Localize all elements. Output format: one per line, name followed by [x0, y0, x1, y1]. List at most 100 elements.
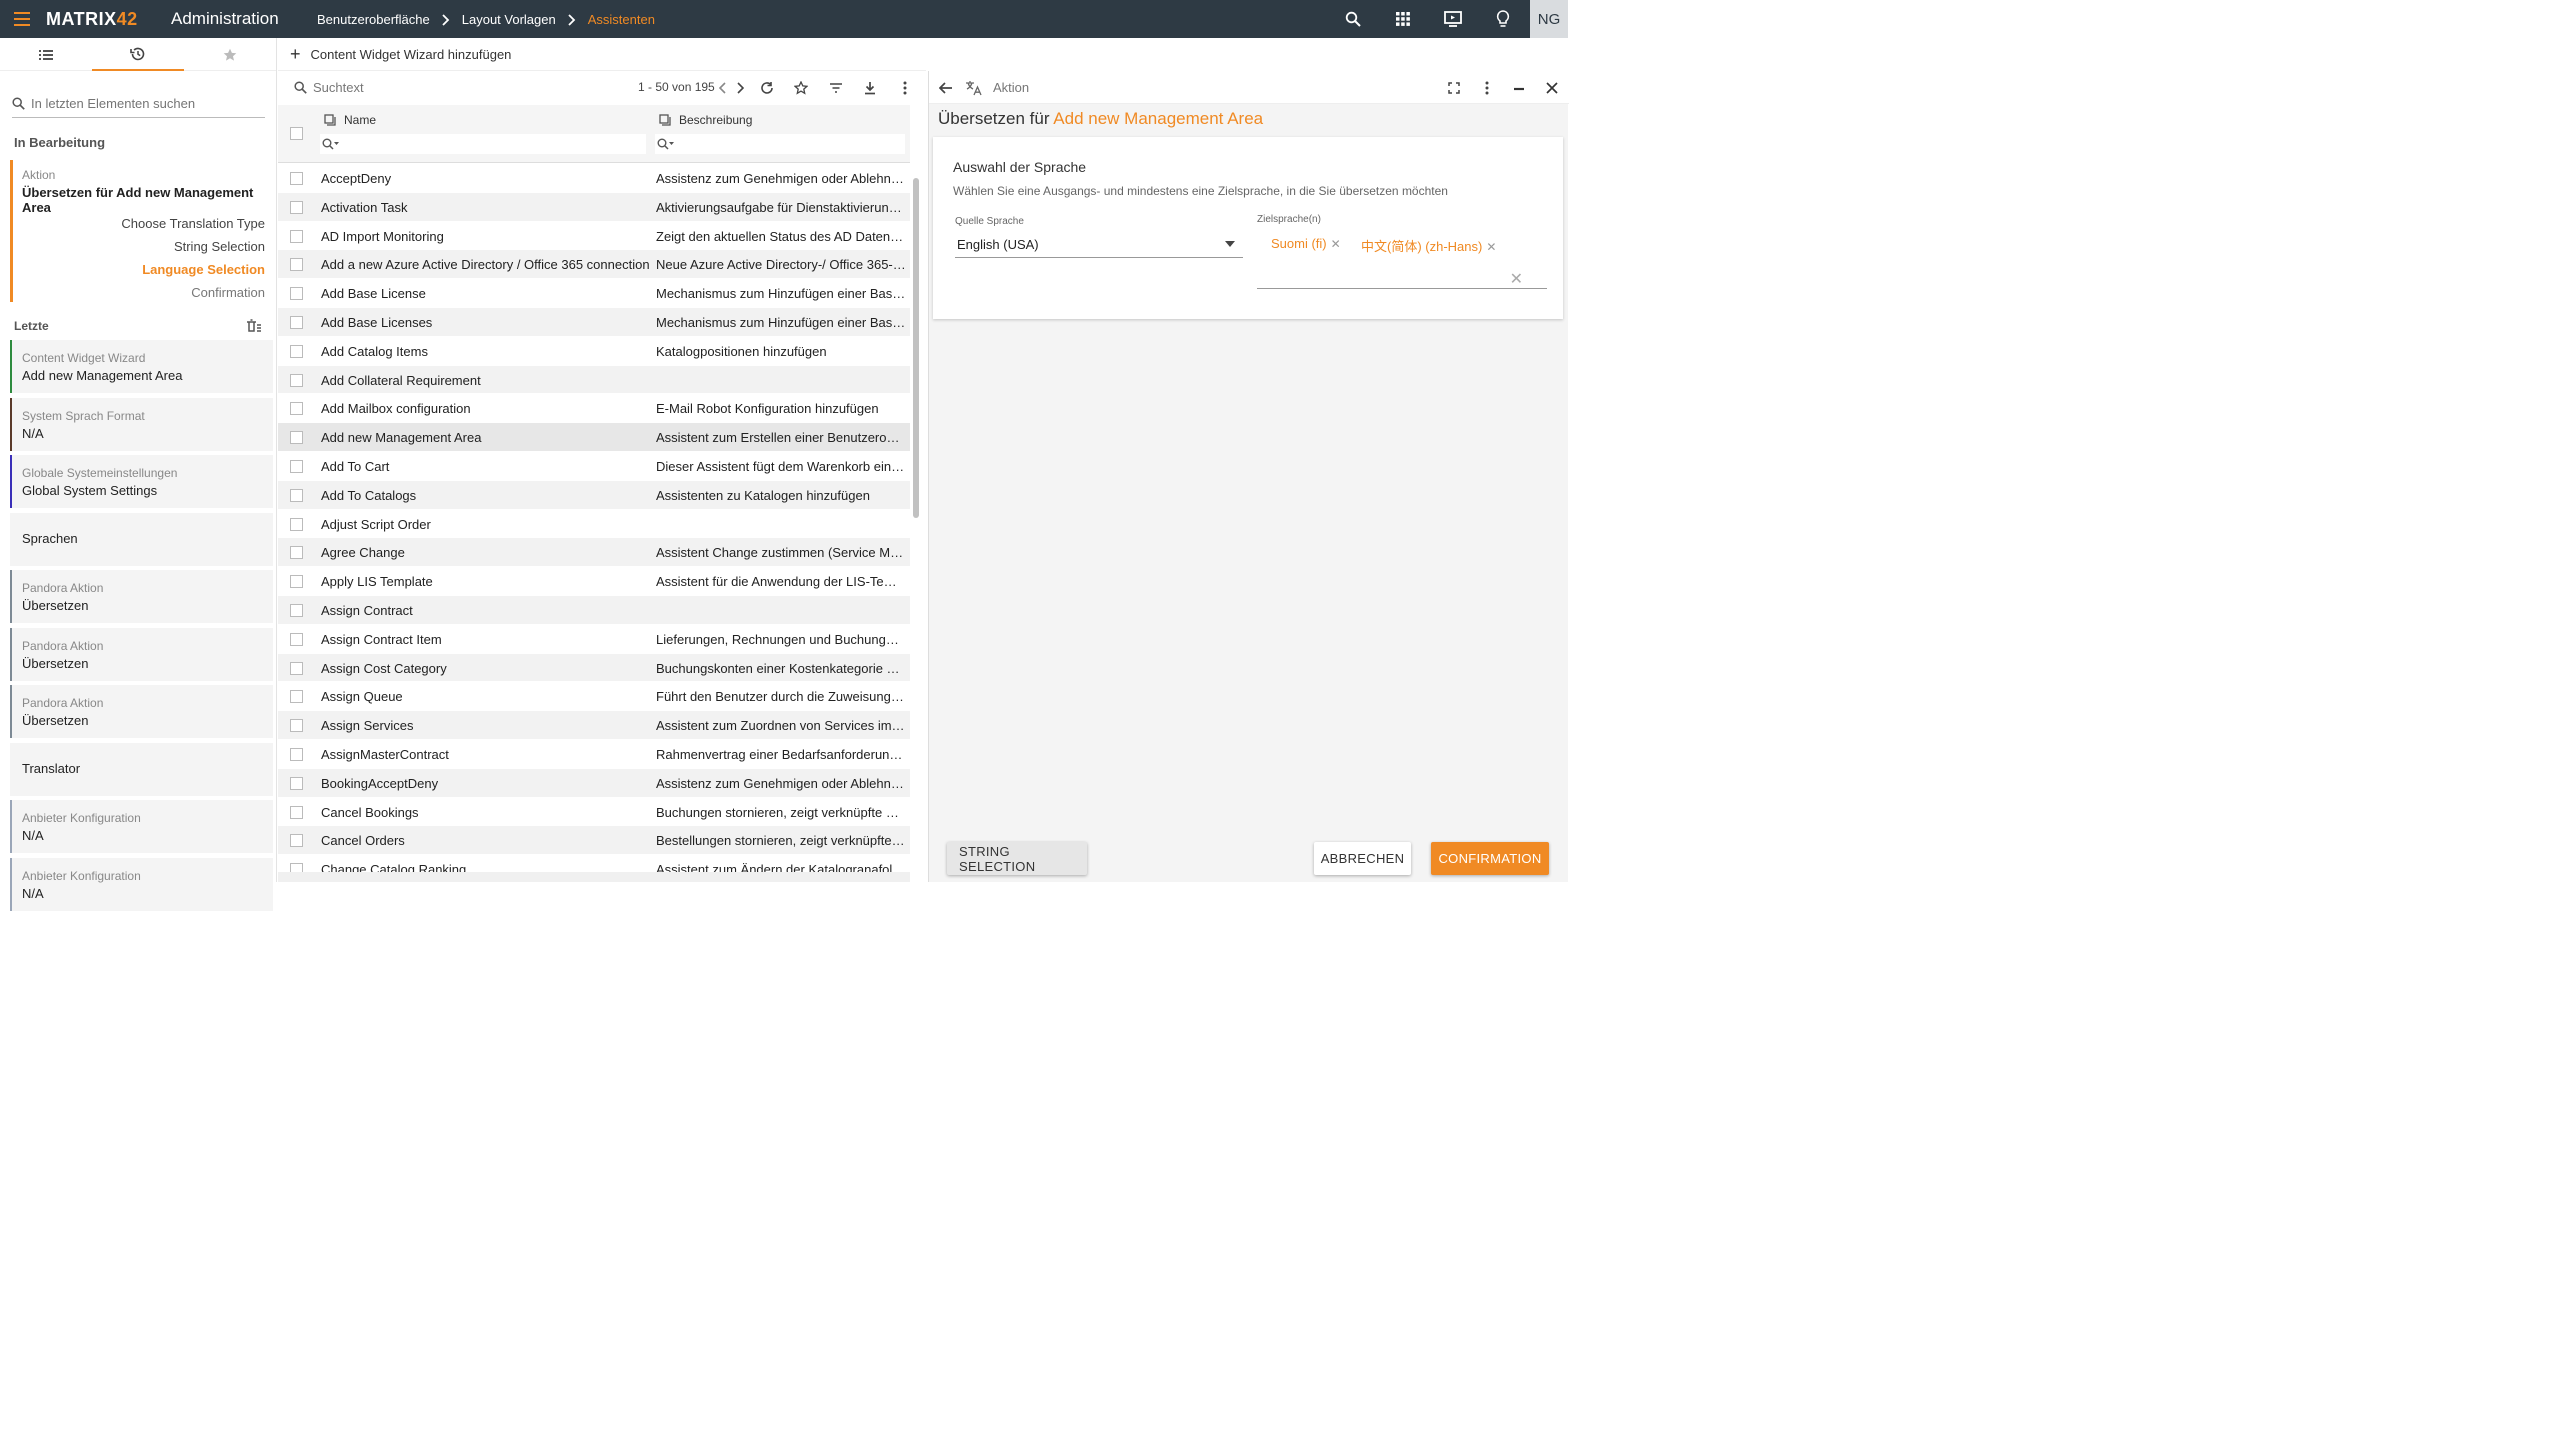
table-row[interactable]: Adjust Script Order	[278, 510, 910, 539]
tab-history[interactable]	[92, 38, 184, 71]
clear-recent-icon[interactable]	[246, 319, 262, 333]
table-row[interactable]: Add To Catalogs Assistenten zu Katalogen …	[278, 480, 910, 510]
table-row[interactable]: Add Collateral Requirement	[278, 365, 910, 395]
wizard-step[interactable]: String Selection	[174, 239, 265, 254]
target-language-field[interactable]: Suomi (fi) ✕ 中文(简体) (zh-Hans) ✕ ✕	[1257, 232, 1547, 289]
row-checkbox[interactable]	[290, 258, 303, 272]
breadcrumb-item[interactable]: Layout Vorlagen	[462, 12, 556, 27]
filter-icon[interactable]	[827, 79, 845, 97]
table-row[interactable]: BookingAcceptDeny Assistenz zum Genehmige…	[278, 768, 910, 798]
recent-item[interactable]: Pandora Aktion Übersetzen	[10, 570, 273, 623]
horizontal-scrollbar[interactable]	[278, 872, 910, 882]
row-checkbox[interactable]	[290, 776, 303, 790]
row-checkbox[interactable]	[290, 517, 303, 531]
row-checkbox[interactable]	[290, 747, 303, 761]
table-row[interactable]: Assign Contract Item Lieferungen, Rechnun…	[278, 625, 910, 654]
name-filter-input[interactable]	[320, 134, 646, 154]
string-selection-button[interactable]: STRING SELECTION	[947, 842, 1087, 875]
tab-list[interactable]	[0, 38, 92, 71]
chip-remove-icon[interactable]: ✕	[1486, 240, 1496, 254]
description-filter-input[interactable]	[655, 134, 905, 154]
clear-all-icon[interactable]: ✕	[1510, 269, 1523, 289]
table-row[interactable]: Apply LIS Template Assistent für die Anwe…	[278, 567, 910, 596]
download-icon[interactable]	[861, 79, 879, 97]
row-checkbox[interactable]	[290, 344, 303, 358]
avatar[interactable]: NG	[1530, 0, 1568, 38]
language-chip[interactable]: 中文(简体) (zh-Hans) ✕	[1361, 236, 1496, 255]
table-row[interactable]: AssignMasterContract Rahmenvertrag einer …	[278, 740, 910, 769]
wizard-step[interactable]: Confirmation	[191, 285, 265, 300]
row-checkbox[interactable]	[290, 488, 303, 502]
chevron-right-icon[interactable]	[731, 79, 749, 97]
row-checkbox[interactable]	[290, 603, 303, 617]
recent-item[interactable]: Pandora Aktion Übersetzen	[10, 627, 273, 681]
fullscreen-icon[interactable]	[1445, 79, 1463, 97]
row-checkbox[interactable]	[290, 661, 303, 675]
row-checkbox[interactable]	[290, 719, 303, 733]
recent-item[interactable]: System Sprach Format N/A	[10, 397, 273, 451]
table-row[interactable]: Cancel Bookings Buchungen stornieren, zei…	[278, 798, 910, 827]
recent-item[interactable]: Anbieter Konfiguration N/A	[10, 800, 273, 853]
row-checkbox[interactable]	[290, 315, 303, 329]
table-row[interactable]: Add Base Licenses Mechanismus zum Hinzufü…	[278, 307, 910, 337]
table-row[interactable]: AcceptDeny Assistenz zum Genehmigen oder …	[278, 164, 910, 193]
language-chip[interactable]: Suomi (fi) ✕	[1271, 236, 1341, 251]
recent-search-input[interactable]	[31, 96, 251, 111]
breadcrumb-item[interactable]: Benutzeroberfläche	[317, 12, 430, 27]
row-checkbox[interactable]	[290, 431, 303, 445]
apps-grid-icon[interactable]	[1378, 0, 1428, 38]
arrow-back-icon[interactable]	[937, 79, 955, 97]
row-checkbox[interactable]	[290, 200, 303, 214]
table-row[interactable]: Add To Cart Dieser Assistent fügt dem War…	[278, 452, 910, 481]
star-outline-icon[interactable]	[792, 79, 810, 97]
recent-item[interactable]: Pandora Aktion Übersetzen	[10, 685, 273, 738]
source-language-select[interactable]: English (USA)	[955, 232, 1243, 258]
wizard-step[interactable]: Choose Translation Type	[121, 216, 265, 231]
recent-item[interactable]: Anbieter Konfiguration N/A	[10, 857, 273, 911]
table-row[interactable]: Add Catalog Items Katalogpositionen hinzu…	[278, 337, 910, 366]
table-row[interactable]: Assign Cost Category Buchungskonten einer…	[278, 653, 910, 683]
chip-remove-icon[interactable]: ✕	[1331, 237, 1341, 251]
search-icon[interactable]	[1328, 0, 1378, 38]
row-checkbox[interactable]	[290, 632, 303, 646]
table-row[interactable]: Add new Management Area Assistent zum Ers…	[278, 423, 910, 452]
add-content-widget-wizard-button[interactable]: + Content Widget Wizard hinzufügen	[278, 38, 926, 71]
vertical-scrollbar[interactable]	[912, 166, 920, 866]
row-checkbox[interactable]	[290, 172, 303, 185]
cancel-button[interactable]: ABBRECHEN	[1314, 842, 1411, 875]
recent-item[interactable]: Content Widget Wizard Add new Management …	[10, 340, 273, 393]
refresh-icon[interactable]	[758, 79, 776, 97]
list-search[interactable]: Suchtext	[294, 80, 364, 95]
chevron-left-icon[interactable]	[714, 79, 732, 97]
table-row[interactable]: Cancel Orders Bestellungen stornieren, ze…	[278, 826, 910, 856]
presentation-icon[interactable]	[1428, 0, 1478, 38]
in-edit-item[interactable]: Aktion Übersetzen für Add new Management…	[10, 160, 270, 302]
column-header-name[interactable]: Name	[324, 113, 376, 127]
hamburger-menu-icon[interactable]	[14, 12, 30, 26]
row-checkbox[interactable]	[290, 834, 303, 848]
table-row[interactable]: Activation Task Aktivierungsaufgabe für D…	[278, 192, 910, 222]
more-vert-icon[interactable]	[896, 79, 914, 97]
table-row[interactable]: AD Import Monitoring Zeigt den aktuellen …	[278, 222, 910, 251]
confirmation-button[interactable]: CONFIRMATION	[1431, 842, 1549, 875]
lightbulb-icon[interactable]	[1478, 0, 1528, 38]
row-checkbox[interactable]	[290, 546, 303, 560]
row-checkbox[interactable]	[290, 287, 303, 301]
minimize-icon[interactable]	[1510, 79, 1528, 97]
tab-favorites[interactable]	[184, 38, 276, 71]
recent-item[interactable]: Translator	[10, 742, 273, 796]
scrollbar-thumb[interactable]	[913, 178, 919, 518]
table-row[interactable]: Add Mailbox configuration E-Mail Robot Ko…	[278, 394, 910, 424]
close-icon[interactable]	[1543, 79, 1561, 97]
recent-search[interactable]	[12, 90, 265, 118]
row-checkbox[interactable]	[290, 229, 303, 243]
row-checkbox[interactable]	[290, 459, 303, 473]
more-vert-icon[interactable]	[1478, 79, 1496, 97]
table-row[interactable]: Assign Queue Führt den Benutzer durch die…	[278, 682, 910, 712]
row-checkbox[interactable]	[290, 690, 303, 704]
select-all-checkbox[interactable]	[290, 127, 303, 140]
recent-item[interactable]: Sprachen	[10, 512, 273, 566]
row-checkbox[interactable]	[290, 402, 303, 416]
column-header-description[interactable]: Beschreibung	[659, 113, 752, 127]
table-row[interactable]: Add a new Azure Active Directory / Offic…	[278, 250, 910, 280]
